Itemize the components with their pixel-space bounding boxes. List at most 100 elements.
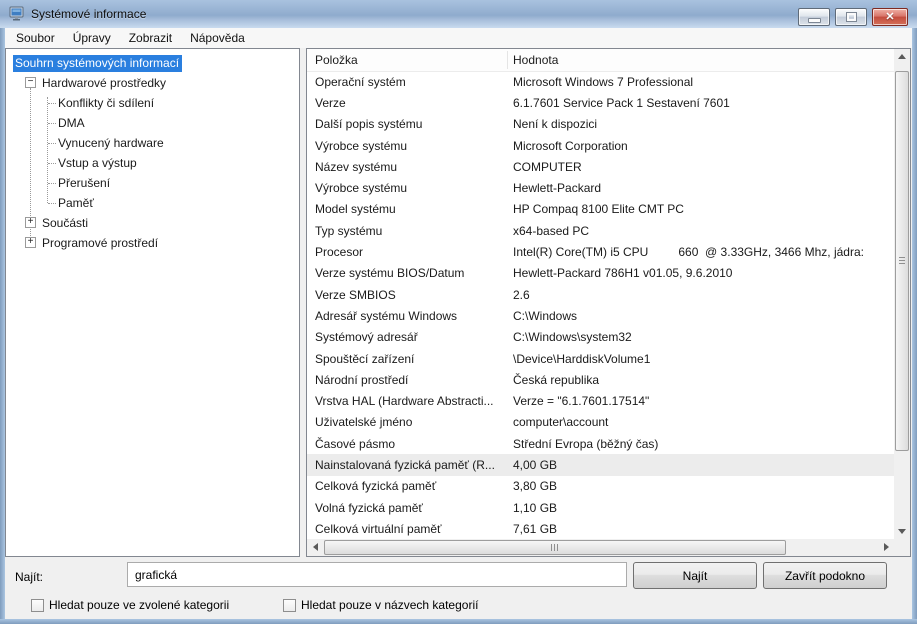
value-cell: C:\Windows\system32: [513, 330, 894, 344]
value-cell: C:\Windows: [513, 309, 894, 323]
value-cell: Střední Evropa (běžný čas): [513, 437, 894, 451]
column-header-value[interactable]: Hodnota: [513, 53, 558, 67]
value-cell: Intel(R) Core(TM) i5 CPU 660 @ 3.33GHz, …: [513, 245, 894, 259]
table-row[interactable]: Model systému HP Compaq 8100 Elite CMT P…: [307, 199, 894, 220]
table-row[interactable]: Národní prostředí Česká republika: [307, 369, 894, 390]
tree-item[interactable]: Vstup a výstup: [6, 153, 299, 173]
table-row[interactable]: Spouštěcí zařízení \Device\HarddiskVolum…: [307, 348, 894, 369]
tree-item[interactable]: + Součásti: [6, 213, 299, 233]
arrow-down-icon: [898, 529, 906, 534]
tree-item-label: Souhrn systémových informací: [13, 55, 182, 72]
tree-item[interactable]: + Programové prostředí: [6, 233, 299, 253]
scrollbar-grip: [551, 544, 559, 551]
item-cell: Výrobce systému: [307, 139, 513, 153]
tree-item[interactable]: − Hardwarové prostředky: [6, 73, 299, 93]
horizontal-scrollbar-thumb[interactable]: [324, 540, 786, 555]
tree-item[interactable]: Vynucený hardware: [6, 133, 299, 153]
search-category-names-label: Hledat pouze v názvech kategorií: [301, 598, 478, 612]
tree-item[interactable]: DMA: [6, 113, 299, 133]
expand-collapse-icon[interactable]: −: [25, 77, 36, 88]
app-icon: [9, 6, 25, 22]
search-selected-category-checkbox[interactable]: [31, 599, 44, 612]
table-row[interactable]: Verze SMBIOS 2.6: [307, 284, 894, 305]
vertical-scrollbar-thumb[interactable]: [895, 71, 909, 451]
search-category-names-checkbox[interactable]: [283, 599, 296, 612]
horizontal-scrollbar[interactable]: [307, 539, 894, 556]
window-border-left: [0, 28, 5, 624]
table-row[interactable]: Výrobce systému Microsoft Corporation: [307, 135, 894, 156]
table-row[interactable]: Verze 6.1.7601 Service Pack 1 Sestavení …: [307, 92, 894, 113]
column-header-item[interactable]: Položka: [315, 53, 358, 67]
table-row[interactable]: Verze systému BIOS/Datum Hewlett-Packard…: [307, 263, 894, 284]
value-cell: Verze = "6.1.7601.17514": [513, 394, 894, 408]
table-row[interactable]: Systémový adresář C:\Windows\system32: [307, 327, 894, 348]
close-icon: ✕: [885, 12, 894, 23]
scroll-right-button[interactable]: [878, 539, 894, 556]
table-row[interactable]: Časové pásmo Střední Evropa (běžný čas): [307, 433, 894, 454]
item-cell: Národní prostředí: [307, 373, 513, 387]
tree-item-label: DMA: [58, 116, 85, 130]
item-cell: Název systému: [307, 160, 513, 174]
table-row[interactable]: Název systému COMPUTER: [307, 156, 894, 177]
tree-item[interactable]: Paměť: [6, 193, 299, 213]
table-row[interactable]: Další popis systému Není k dispozici: [307, 114, 894, 135]
minimize-button[interactable]: [798, 8, 830, 26]
item-cell: Model systému: [307, 202, 513, 216]
value-cell: Není k dispozici: [513, 117, 894, 131]
table-row[interactable]: Volná fyzická paměť 1,10 GB: [307, 497, 894, 518]
scroll-left-button[interactable]: [307, 539, 323, 556]
table-row[interactable]: Celková fyzická paměť 3,80 GB: [307, 476, 894, 497]
arrow-right-icon: [884, 543, 889, 551]
tree-item-label: Programové prostředí: [42, 236, 158, 250]
table-row[interactable]: Typ systému x64-based PC: [307, 220, 894, 241]
scroll-down-button[interactable]: [894, 523, 910, 539]
expand-collapse-icon[interactable]: +: [25, 217, 36, 228]
tree-item[interactable]: Přerušení: [6, 173, 299, 193]
tree-item-label: Vynucený hardware: [58, 136, 164, 150]
scroll-up-button[interactable]: [894, 49, 910, 65]
item-cell: Verze: [307, 96, 513, 110]
table-row[interactable]: Operační systém Microsoft Windows 7 Prof…: [307, 71, 894, 92]
value-cell: 2.6: [513, 288, 894, 302]
menu-item[interactable]: Úpravy: [64, 29, 120, 47]
menu-item[interactable]: Soubor: [7, 29, 64, 47]
close-button[interactable]: ✕: [872, 8, 908, 26]
expand-collapse-icon[interactable]: +: [25, 237, 36, 248]
table-row[interactable]: Celková virtuální paměť 7,61 GB: [307, 518, 894, 539]
table-row[interactable]: Nainstalovaná fyzická paměť (R... 4,00 G…: [307, 454, 894, 475]
vertical-scrollbar[interactable]: [894, 49, 910, 539]
details-list-panel: Položka Hodnota Operační systém Microsof…: [306, 48, 911, 557]
window-title: Systémové informace: [31, 7, 146, 21]
menu-bar: Soubor Úpravy Zobrazit Nápověda: [1, 28, 916, 48]
restore-button[interactable]: [835, 8, 867, 26]
value-cell: Microsoft Windows 7 Professional: [513, 75, 894, 89]
value-cell: Hewlett-Packard: [513, 181, 894, 195]
menu-item[interactable]: Zobrazit: [120, 29, 181, 47]
restore-icon: [847, 13, 856, 21]
table-row[interactable]: Procesor Intel(R) Core(TM) i5 CPU 660 @ …: [307, 241, 894, 262]
tree-item-label: Konflikty či sdílení: [58, 96, 154, 110]
value-cell: HP Compaq 8100 Elite CMT PC: [513, 202, 894, 216]
table-row[interactable]: Uživatelské jméno computer\account: [307, 412, 894, 433]
find-button[interactable]: Najít: [633, 562, 757, 589]
find-input[interactable]: [127, 562, 627, 587]
find-label: Najít:: [15, 570, 43, 584]
value-cell: COMPUTER: [513, 160, 894, 174]
table-row[interactable]: Vrstva HAL (Hardware Abstracti... Verze …: [307, 390, 894, 411]
title-bar[interactable]: Systémové informace ✕: [0, 0, 917, 28]
menu-item[interactable]: Nápověda: [181, 29, 254, 47]
item-cell: Verze SMBIOS: [307, 288, 513, 302]
category-tree-panel: Souhrn systémových informací − Hardwarov…: [5, 48, 300, 557]
close-find-button[interactable]: Zavřít podokno: [763, 562, 887, 589]
table-row[interactable]: Adresář systému Windows C:\Windows: [307, 305, 894, 326]
minimize-icon: [808, 18, 821, 23]
item-cell: Uživatelské jméno: [307, 415, 513, 429]
value-cell: x64-based PC: [513, 224, 894, 238]
column-divider[interactable]: [507, 51, 508, 69]
item-cell: Časové pásmo: [307, 437, 513, 451]
item-cell: Další popis systému: [307, 117, 513, 131]
value-cell: computer\account: [513, 415, 894, 429]
table-row[interactable]: Výrobce systému Hewlett-Packard: [307, 177, 894, 198]
tree-item[interactable]: Konflikty či sdílení: [6, 93, 299, 113]
tree-item[interactable]: Souhrn systémových informací: [6, 53, 299, 73]
